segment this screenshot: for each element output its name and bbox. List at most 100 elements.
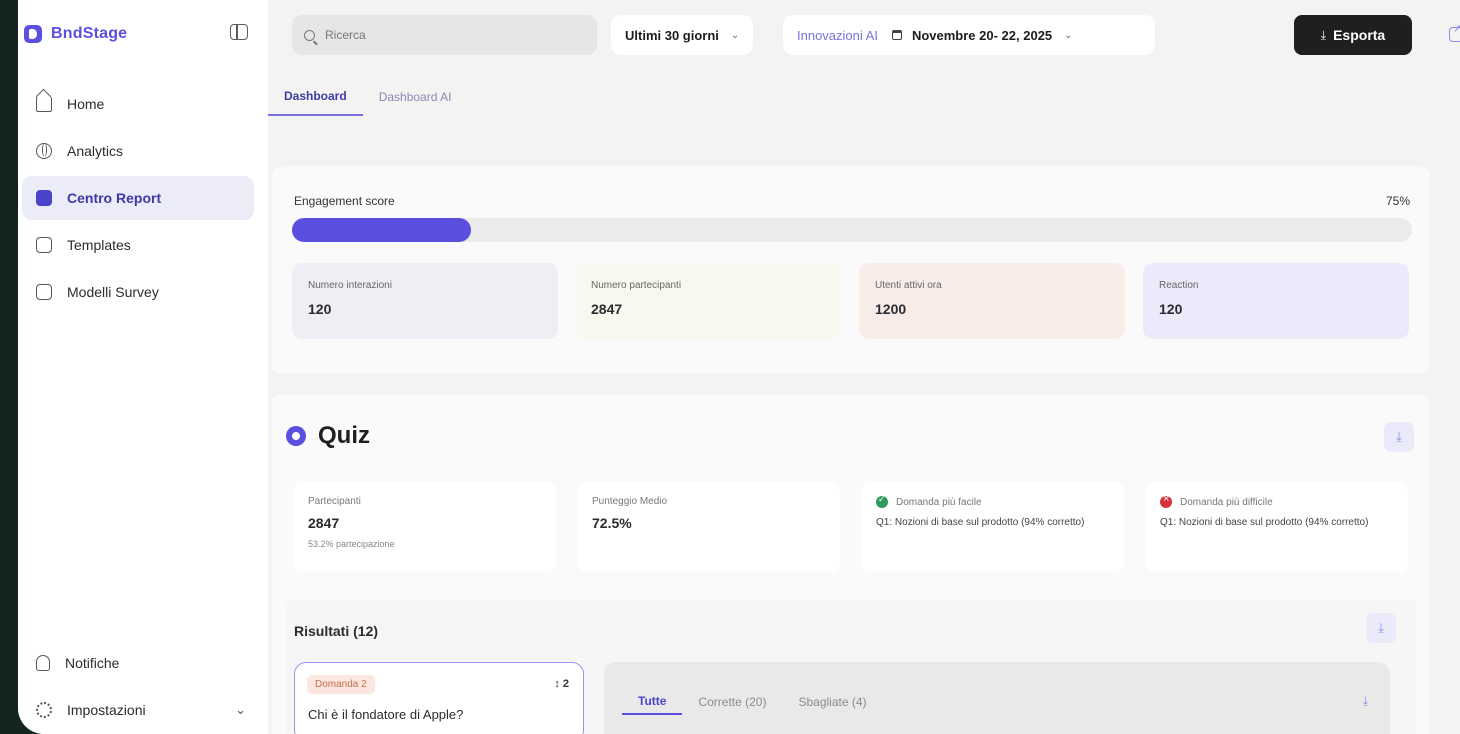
engagement-card: Engagement score 75% Numero interazioni … (272, 166, 1430, 374)
stat-label: Utenti attivi ora (875, 280, 942, 291)
sidebar-item-label: Notifiche (65, 655, 120, 671)
search-icon (304, 29, 315, 41)
engagement-progress-fill (292, 218, 472, 242)
question-card[interactable]: Domanda 2 ↕ 2 Chi è il fondatore di Appl… (294, 662, 584, 734)
quiz-title: Quiz (318, 422, 370, 449)
sidebar-item-label: Impostazioni (67, 702, 146, 718)
search-input[interactable] (325, 28, 565, 42)
period-select[interactable]: Ultimi 30 giorni ⌄ (611, 15, 754, 55)
sidebar-item-centro-report[interactable]: Centro Report (22, 176, 254, 220)
download-icon: ⤓ (1396, 429, 1402, 444)
x-circle-icon (1160, 493, 1172, 508)
chevron-down-icon: ⌄ (235, 702, 246, 717)
engagement-label: Engagement score (294, 194, 395, 208)
answer-tabs: Tutte Corrette (20) Sbagliate (4) (622, 689, 883, 715)
app-frame: BndStage Home Analytics Centro Report Te… (18, 0, 1460, 734)
sidebar: BndStage Home Analytics Centro Report Te… (18, 0, 268, 734)
chevron-down-icon: ⌄ (1064, 29, 1073, 41)
question-text: Chi è il fondatore di Apple? (308, 707, 464, 722)
tab-dashboard-ai[interactable]: Dashboard AI (363, 78, 468, 116)
sidebar-item-analytics[interactable]: Analytics (22, 129, 254, 173)
sidebar-item-label: Centro Report (67, 190, 162, 206)
sidebar-item-notifiche[interactable]: Notifiche (22, 641, 254, 685)
quiz-card: Quiz ⤓ Partecipanti 2847 53.2% partecipa… (272, 394, 1430, 734)
share-icon[interactable] (1449, 22, 1460, 42)
question-badge: Domanda 2 (307, 675, 375, 694)
results-section: Risultati (12) ⤓ Domanda 2 ↕ 2 Chi è il … (286, 599, 1416, 734)
globe-icon (36, 143, 52, 159)
event-select[interactable]: Innovazioni AI Novembre 20- 22, 2025 ⌄ (783, 15, 1155, 55)
export-button-label: Esporta (1333, 27, 1386, 43)
qstat-value: 72.5% (592, 515, 632, 531)
stat-value: 120 (308, 301, 332, 317)
event-dates: Novembre 20- 22, 2025 (911, 27, 1053, 43)
stat-card-partecipanti: Numero partecipanti 2847 (575, 263, 841, 339)
qstat-label: Punteggio Medio (592, 496, 668, 507)
survey-icon (36, 284, 52, 300)
chevron-down-icon: ⌄ (730, 29, 740, 41)
sidebar-item-label: Home (67, 96, 105, 112)
brand-logo-icon (24, 25, 42, 43)
quiz-icon (286, 426, 306, 446)
tab-sbagliate[interactable]: Sbagliate (4) (782, 689, 882, 715)
quiz-stat-easiest: Domanda più facile Q1: Nozioni di base s… (862, 482, 1124, 572)
stat-label: Reaction (1159, 280, 1199, 291)
brand-name: BndStage (51, 25, 128, 42)
stat-card-interazioni: Numero interazioni 120 (292, 263, 558, 339)
sidebar-nav: Home Analytics Centro Report Templates M… (18, 82, 268, 314)
question-rank: ↕ 2 (554, 678, 569, 690)
qstat-label: Partecipanti (308, 496, 361, 507)
qstat-label-row: Domanda più difficile (1160, 493, 1394, 508)
export-button[interactable]: ⤓ Esporta (1294, 15, 1412, 55)
stat-card-reaction: Reaction 120 (1143, 263, 1409, 339)
results-title: Risultati (12) (294, 623, 379, 639)
sidebar-item-templates[interactable]: Templates (22, 223, 254, 267)
sidebar-item-label: Templates (67, 237, 131, 253)
home-icon (36, 96, 52, 112)
sidebar-item-impostazioni[interactable]: Impostazioni ⌄ (22, 688, 254, 732)
clipboard-icon (36, 190, 52, 206)
engagement-progress-bar (292, 218, 1412, 242)
qstat-value: 2847 (308, 515, 340, 531)
quiz-download-button[interactable]: ⤓ (1384, 422, 1414, 452)
answers-panel: Tutte Corrette (20) Sbagliate (4) ⤓ (604, 662, 1390, 734)
search-box[interactable] (292, 15, 597, 55)
templates-icon (36, 237, 52, 253)
tab-tutte[interactable]: Tutte (622, 689, 683, 715)
view-tabs: Dashboard Dashboard AI (268, 78, 467, 116)
quiz-stat-avg-score: Punteggio Medio 72.5% (578, 482, 840, 572)
bell-icon (36, 655, 50, 671)
period-select-value: Ultimi 30 giorni (625, 27, 719, 43)
sidebar-item-label: Modelli Survey (67, 284, 159, 300)
calendar-icon (891, 30, 902, 40)
stat-value: 120 (1159, 301, 1183, 317)
sidebar-bottom: Notifiche Impostazioni ⌄ (18, 638, 268, 734)
event-name: Innovazioni AI (797, 27, 878, 43)
qstat-label: Domanda più facile (896, 496, 982, 508)
download-icon[interactable]: ⤓ (1363, 694, 1368, 709)
qstat-text: Q1: Nozioni di base sul prodotto (94% co… (876, 517, 1085, 528)
sidebar-item-modelli-survey[interactable]: Modelli Survey (22, 270, 254, 314)
tab-corrette[interactable]: Corrette (20) (682, 689, 782, 715)
gear-icon (36, 702, 52, 718)
download-icon: ⤓ (1320, 27, 1327, 42)
topbar: Ultimi 30 giorni ⌄ Innovazioni AI Novemb… (292, 0, 1460, 70)
sidebar-toggle-icon[interactable] (230, 24, 248, 40)
stat-value: 1200 (875, 301, 907, 317)
quiz-stat-participants: Partecipanti 2847 53.2% partecipazione (294, 482, 556, 572)
check-circle-icon (876, 494, 888, 508)
stat-card-utenti-attivi: Utenti attivi ora 1200 (859, 263, 1125, 339)
qstat-label-row: Domanda più facile (876, 494, 1110, 508)
sidebar-item-label: Analytics (67, 143, 124, 159)
stat-label: Numero interazioni (308, 280, 392, 291)
main-content: Ultimi 30 giorni ⌄ Innovazioni AI Novemb… (268, 0, 1460, 734)
qstat-sub: 53.2% partecipazione (308, 539, 395, 549)
tab-dashboard[interactable]: Dashboard (268, 78, 363, 116)
stat-value: 2847 (591, 301, 623, 317)
qstat-text: Q1: Nozioni di base sul prodotto (94% co… (1160, 517, 1369, 528)
results-download-button[interactable]: ⤓ (1366, 613, 1396, 643)
sidebar-item-home[interactable]: Home (22, 82, 254, 126)
download-icon: ⤓ (1378, 620, 1384, 635)
qstat-label: Domanda più difficile (1180, 496, 1273, 508)
engagement-percent: 75% (1385, 194, 1410, 208)
